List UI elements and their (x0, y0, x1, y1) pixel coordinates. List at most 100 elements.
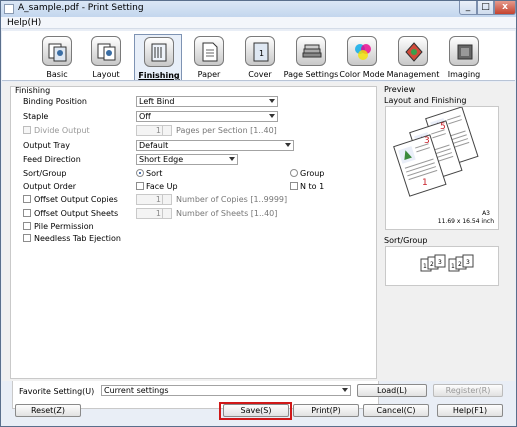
page-number-5: 5 (440, 122, 446, 132)
page-settings-icon (296, 36, 326, 66)
offset-output-copies-spinner[interactable]: 1 (136, 194, 172, 205)
sort-group-preview: 1 2 3 1 2 3 (385, 246, 499, 286)
sort-group-preview-title: Sort/Group (384, 236, 428, 245)
layout-finishing-title: Layout and Finishing (384, 96, 467, 105)
color-mode-icon (347, 36, 377, 66)
tab-basic[interactable]: Basic (33, 34, 81, 80)
dropdown-caret-icon (342, 388, 348, 392)
favorite-setting-select[interactable]: Current settings (101, 385, 351, 396)
sort-stack-label: 1 (423, 263, 427, 270)
n-to-1-label: N to 1 (300, 182, 325, 191)
page-number-1: 1 (422, 178, 428, 188)
sort-stack-label: 2 (430, 261, 434, 268)
menu-help[interactable]: Help(H) (7, 18, 41, 28)
svg-text:1: 1 (259, 49, 264, 58)
offset-output-copies-checkbox[interactable] (23, 195, 31, 203)
needless-tab-ejection-label: Needless Tab Ejection (34, 234, 121, 243)
imaging-icon (449, 36, 479, 66)
register-button[interactable]: Register(R) (433, 384, 503, 397)
tab-imaging[interactable]: Imaging (440, 34, 488, 80)
finishing-section-title: Finishing (15, 86, 51, 95)
sort-stack-2: 1 2 3 (448, 254, 474, 272)
sort-stack-label: 1 (451, 263, 455, 270)
print-setting-window: A_sample.pdf - Print Setting _ □ x Help(… (0, 0, 517, 427)
help-button[interactable]: Help(F1) (437, 404, 503, 417)
preview-title: Preview (384, 85, 416, 94)
stacked-pages-illustration: 5 3 1 A3 11.69 x 16.54 inch (393, 106, 494, 225)
tab-cover[interactable]: 1 Cover (236, 34, 284, 80)
finishing-icon (144, 37, 174, 67)
sort-group-label: Sort/Group (23, 169, 67, 178)
menu-bar: Help(H) (1, 17, 516, 29)
dropdown-caret-icon (229, 157, 235, 161)
sort-radio-label: Sort (146, 169, 163, 178)
offset-output-copies-label: Offset Output Copies (34, 195, 118, 204)
basic-icon (42, 36, 72, 66)
layout-icon (91, 36, 121, 66)
cover-icon: 1 (245, 36, 275, 66)
dropdown-caret-icon (269, 99, 275, 103)
paper-icon (194, 36, 224, 66)
offset-output-sheets-spinner[interactable]: 1 (136, 208, 172, 219)
staple-select[interactable]: Off (136, 111, 278, 122)
finishing-group: Finishing Binding Position Left Bind Sta… (10, 86, 377, 379)
feed-direction-label: Feed Direction (23, 155, 81, 164)
group-radio-label: Group (300, 169, 325, 178)
minimize-button[interactable]: _ (459, 1, 477, 15)
needless-tab-ejection-checkbox[interactable] (23, 234, 31, 242)
tab-label: Imaging (447, 70, 481, 79)
tab-finishing[interactable]: Finishing (134, 34, 182, 80)
management-icon (398, 36, 428, 66)
offset-output-sheets-label: Offset Output Sheets (34, 209, 119, 218)
close-button[interactable]: x (494, 1, 516, 15)
face-up-label: Face Up (146, 182, 178, 191)
sort-stack-label: 3 (466, 259, 470, 266)
reset-button[interactable]: Reset(Z) (15, 404, 81, 417)
sort-stack-label: 2 (458, 261, 462, 268)
feed-direction-select[interactable]: Short Edge (136, 154, 238, 165)
divide-output-hint: Pages per Section [1..40] (176, 126, 277, 135)
divide-output-label: Divide Output (34, 126, 90, 135)
group-radio[interactable] (290, 169, 298, 177)
paper-size-label: A3 (482, 210, 490, 217)
load-button[interactable]: Load(L) (357, 384, 427, 397)
n-to-1-checkbox[interactable] (290, 182, 298, 190)
window-title: A_sample.pdf - Print Setting (18, 3, 144, 13)
offset-output-sheets-checkbox[interactable] (23, 209, 31, 217)
save-button-highlight (219, 402, 292, 420)
binding-position-select[interactable]: Left Bind (136, 96, 278, 107)
preview-group: Preview Layout and Finishing 5 3 1 A3 11… (382, 85, 509, 379)
sort-stack-label: 3 (438, 259, 442, 266)
category-tab-bar: « Basic Layout Finishing Paper (2, 31, 515, 409)
binding-position-label: Binding Position (23, 97, 87, 106)
print-button[interactable]: Print(P) (293, 404, 359, 417)
maximize-button[interactable]: □ (477, 1, 494, 15)
pile-permission-checkbox[interactable] (23, 222, 31, 230)
tab-management[interactable]: Management (387, 34, 439, 80)
favorite-setting-label: Favorite Setting(U) (19, 387, 95, 396)
face-up-checkbox[interactable] (136, 182, 144, 190)
staple-label: Staple (23, 112, 49, 121)
tab-paper[interactable]: Paper (185, 34, 233, 80)
pile-permission-label: Pile Permission (34, 222, 94, 231)
divide-output-checkbox[interactable] (23, 126, 31, 134)
paper-dims-label: 11.69 x 16.54 inch (438, 218, 494, 225)
offset-output-copies-hint: Number of Copies [1..9999] (176, 195, 288, 204)
cancel-button[interactable]: Cancel(C) (363, 404, 429, 417)
tab-color-mode[interactable]: Color Mode (338, 34, 386, 80)
sort-stack-1: 1 2 3 (420, 254, 446, 272)
title-bar: A_sample.pdf - Print Setting _ □ x (1, 1, 516, 17)
page-number-3: 3 (424, 136, 430, 146)
tab-layout[interactable]: Layout (82, 34, 130, 80)
dropdown-caret-icon (269, 114, 275, 118)
dropdown-caret-icon (285, 143, 291, 147)
layout-finishing-preview: 5 3 1 A3 11.69 x 16.54 inch (385, 106, 499, 230)
output-tray-label: Output Tray (23, 141, 70, 150)
output-order-label: Output Order (23, 182, 77, 191)
offset-output-sheets-hint: Number of Sheets [1..40] (176, 209, 278, 218)
tab-page-settings[interactable]: Page Settings (284, 34, 338, 80)
divide-output-spinner[interactable]: 1 (136, 125, 172, 136)
output-tray-select[interactable]: Default (136, 140, 294, 151)
sort-radio[interactable] (136, 169, 144, 177)
tab-label: Layout (92, 70, 120, 79)
